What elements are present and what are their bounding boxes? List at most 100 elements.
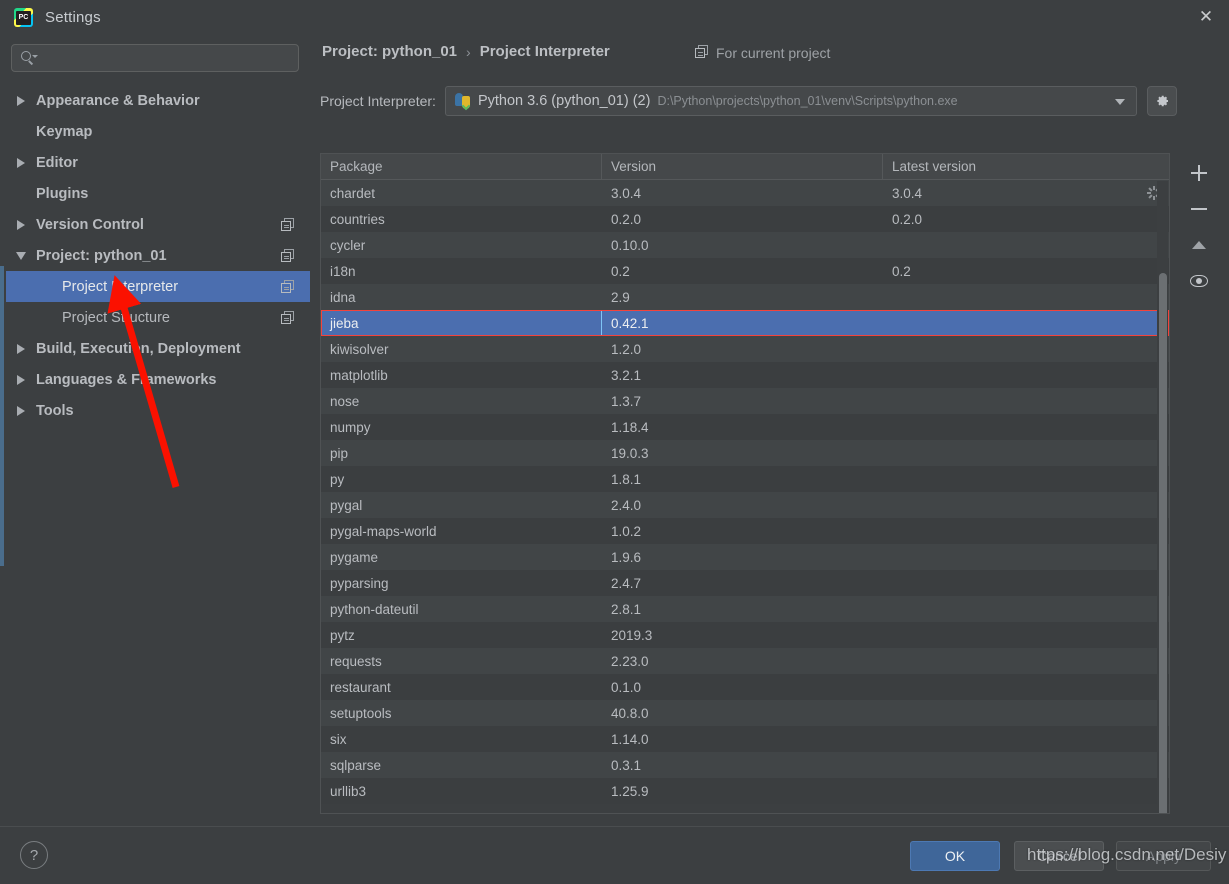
sidebar-item-label: Tools (36, 402, 74, 419)
remove-package-button[interactable] (1181, 193, 1217, 225)
chevron-right-icon[interactable] (6, 374, 36, 385)
sidebar-item-languages-frameworks[interactable]: Languages & Frameworks (6, 364, 310, 395)
table-row[interactable]: sqlparse 0.3.1 (321, 752, 1169, 778)
cell-latest (883, 544, 1169, 570)
chevron-down-icon[interactable] (1114, 99, 1125, 105)
column-header-latest-version[interactable]: Latest version (883, 154, 1169, 179)
breadcrumb-separator: › (466, 43, 471, 60)
cell-package: matplotlib (330, 367, 388, 383)
show-early-releases-button[interactable] (1181, 265, 1217, 297)
table-row[interactable]: countries 0.2.0 0.2.0 (321, 206, 1169, 232)
column-header-package[interactable]: Package (321, 154, 602, 179)
cell-latest (883, 752, 1169, 778)
table-row[interactable]: pyparsing 2.4.7 (321, 570, 1169, 596)
table-row[interactable]: pytz 2019.3 (321, 622, 1169, 648)
search-icon (20, 50, 38, 67)
table-row[interactable]: jieba 0.42.1 (321, 310, 1169, 336)
cancel-button[interactable]: Cancel (1014, 841, 1104, 871)
sidebar-item-label: Appearance & Behavior (36, 92, 200, 109)
chevron-right-icon[interactable] (6, 343, 36, 354)
sidebar-item-label: Version Control (36, 216, 144, 233)
sidebar-item-plugins[interactable]: Plugins (6, 178, 310, 209)
chevron-right-icon[interactable] (6, 405, 36, 416)
sidebar-item-keymap[interactable]: Keymap (6, 116, 310, 147)
interpreter-settings-button[interactable] (1146, 86, 1177, 116)
cell-package: chardet (330, 185, 376, 201)
sidebar-item-build-execution-deployment[interactable]: Build, Execution, Deployment (6, 333, 310, 364)
for-current-project-scope[interactable]: For current project (695, 45, 830, 61)
table-row[interactable]: python-dateutil 2.8.1 (321, 596, 1169, 622)
interpreter-name: Python 3.6 (python_01) (2) (477, 93, 651, 109)
table-row[interactable]: i18n 0.2 0.2 (321, 258, 1169, 284)
cell-latest (883, 336, 1169, 362)
table-row[interactable]: py 1.8.1 (321, 466, 1169, 492)
cell-version: 1.25.9 (611, 783, 649, 799)
interpreter-dropdown[interactable]: Python 3.6 (python_01) (2) D:\Python\pro… (444, 86, 1137, 116)
cell-latest (883, 726, 1169, 752)
cell-version: 2019.3 (611, 627, 653, 643)
table-row[interactable]: chardet 3.0.4 3.0.4 (321, 180, 1169, 206)
help-button[interactable]: ? (20, 841, 48, 869)
sidebar-item-project-interpreter[interactable]: Project Interpreter (6, 271, 310, 302)
cell-version: 1.18.4 (611, 419, 649, 435)
table-row[interactable]: kiwisolver 1.2.0 (321, 336, 1169, 362)
packages-table-header: Package Version Latest version (321, 154, 1169, 180)
add-package-button[interactable] (1181, 157, 1217, 189)
table-row[interactable]: idna 2.9 (321, 284, 1169, 310)
sidebar-item-appearance-behavior[interactable]: Appearance & Behavior (6, 85, 310, 116)
chevron-right-icon[interactable] (6, 157, 36, 168)
table-row[interactable]: pygal-maps-world 1.0.2 (321, 518, 1169, 544)
cell-latest (883, 622, 1169, 648)
gear-icon (1157, 95, 1168, 107)
table-row[interactable]: setuptools 40.8.0 (321, 700, 1169, 726)
dialog-footer: ? OK Cancel Apply (0, 826, 1229, 884)
upgrade-package-button[interactable] (1181, 229, 1217, 261)
table-row[interactable]: requests 2.23.0 (321, 648, 1169, 674)
ok-button[interactable]: OK (910, 841, 1000, 871)
table-row[interactable]: pip 19.0.3 (321, 440, 1169, 466)
sidebar-item-project-structure[interactable]: Project Structure (6, 302, 310, 333)
chevron-right-icon[interactable] (6, 95, 36, 106)
close-icon[interactable]: ✕ (1183, 0, 1229, 34)
table-row[interactable]: numpy 1.18.4 (321, 414, 1169, 440)
sidebar-item-tools[interactable]: Tools (6, 395, 310, 426)
apply-button[interactable]: Apply (1116, 841, 1211, 871)
sidebar-item-label: Keymap (36, 123, 93, 140)
search-input[interactable] (37, 50, 298, 66)
column-header-version[interactable]: Version (602, 154, 883, 179)
table-row[interactable]: urllib3 1.25.9 (321, 778, 1169, 804)
cell-latest (883, 284, 1169, 310)
cell-latest (883, 674, 1169, 700)
cell-package: pygame (330, 549, 379, 565)
sidebar-item-editor[interactable]: Editor (6, 147, 310, 178)
packages-scrollbar[interactable] (1157, 181, 1168, 813)
chevron-right-icon[interactable] (6, 219, 36, 230)
table-row[interactable]: pygame 1.9.6 (321, 544, 1169, 570)
cell-package: cycler (330, 237, 366, 253)
copy-scope-icon (281, 310, 295, 325)
table-row[interactable]: restaurant 0.1.0 (321, 674, 1169, 700)
packages-scrollbar-thumb[interactable] (1159, 273, 1167, 813)
table-row[interactable]: pygal 2.4.0 (321, 492, 1169, 518)
sidebar-item-label: Project: python_01 (36, 247, 167, 264)
left-edge-accent (0, 266, 4, 566)
table-row[interactable]: matplotlib 3.2.1 (321, 362, 1169, 388)
cell-package: python-dateutil (330, 601, 419, 617)
cell-version: 0.2.0 (611, 211, 642, 227)
window-title: Settings (45, 8, 101, 26)
table-row[interactable]: nose 1.3.7 (321, 388, 1169, 414)
cell-version: 1.9.6 (611, 549, 642, 565)
settings-sidebar: Appearance & Behavior Keymap Editor Plugins… (6, 34, 310, 826)
sidebar-item-project-python-01[interactable]: Project: python_01 (6, 240, 310, 271)
breadcrumb-root[interactable]: Project: python_01 (322, 43, 457, 60)
cell-version: 0.3.1 (611, 757, 642, 773)
cell-version: 40.8.0 (611, 705, 649, 721)
cell-latest (883, 388, 1169, 414)
chevron-down-icon[interactable] (6, 251, 36, 260)
table-row[interactable]: six 1.14.0 (321, 726, 1169, 752)
sidebar-item-version-control[interactable]: Version Control (6, 209, 310, 240)
table-row[interactable]: cycler 0.10.0 (321, 232, 1169, 258)
cell-package: pip (330, 445, 349, 461)
search-box[interactable] (11, 44, 299, 72)
cell-latest (883, 778, 1169, 804)
